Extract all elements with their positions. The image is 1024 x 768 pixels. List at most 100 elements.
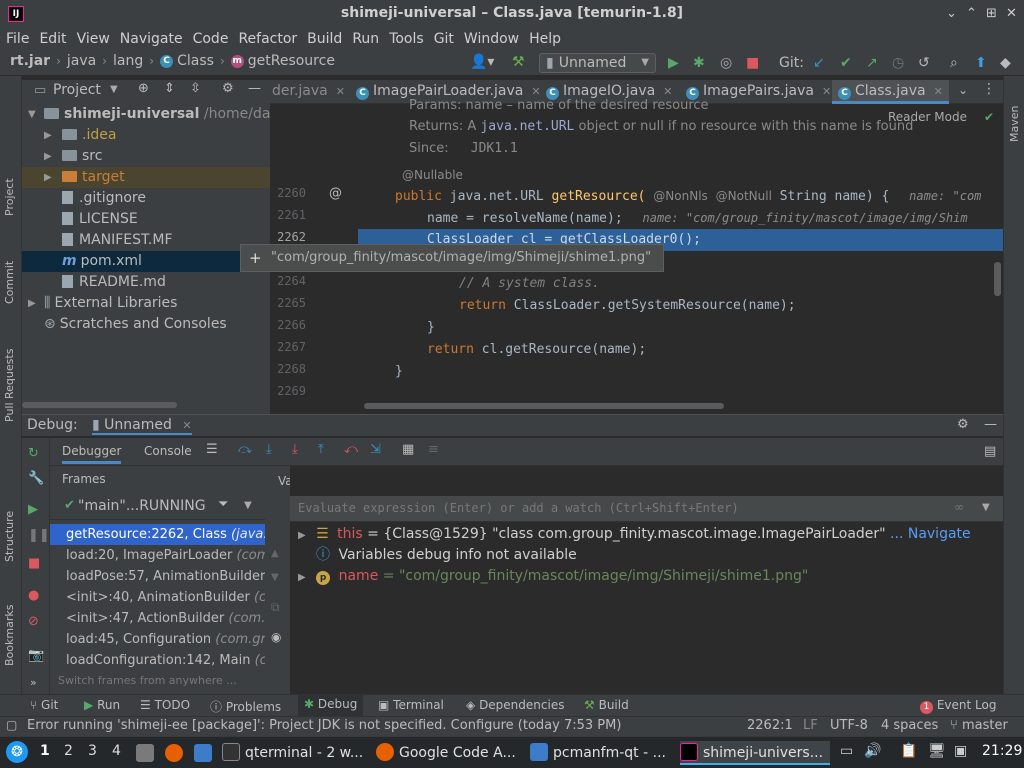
stop-icon[interactable]: ■ [746,55,759,71]
project-tool-tab[interactable]: Project [3,178,16,216]
bookmarks-tool-tab[interactable]: Bookmarks [3,605,16,666]
task-intellij[interactable]: shimeji-univers... [680,741,830,765]
dependencies-tool-button[interactable]: ◈ Dependencies [466,698,564,712]
close-icon[interactable]: ✕ [531,85,540,98]
tree-item-scratches[interactable]: ⊛ Scratches and Consoles [22,314,270,335]
rollback-icon[interactable]: ↺ [918,55,930,71]
tree-item-idea[interactable]: ▶ .idea [22,125,270,146]
inspection-ok-icon[interactable]: ✔ [984,110,994,124]
menu-build[interactable]: Build [307,31,342,47]
breadcrumb-rt-jar[interactable]: rt.jar [10,53,50,69]
expand-all-icon[interactable]: ⇳ [190,81,201,96]
force-step-into-icon[interactable]: ⤓ [292,442,298,457]
chevron-down-icon[interactable]: ▼ [110,84,118,95]
maximize-icon[interactable]: ⌃ [966,6,977,21]
reader-mode-toggle[interactable]: Reader Mode [888,110,967,124]
run-configuration-select[interactable]: ▮ Unnamed ▼ [539,53,656,73]
step-into-icon[interactable]: ⤓ [266,442,272,457]
breadcrumb-method[interactable]: getResource [248,53,335,69]
status-panel-icon[interactable]: ▢ [6,718,17,732]
more-icon[interactable]: ⋮ [982,81,996,97]
chevron-right-icon[interactable]: ▶ [28,293,36,314]
line-separator[interactable]: LF [803,718,818,733]
event-log-button[interactable]: 1 Event Log [920,698,996,714]
run-tool-button[interactable]: ▶ Run [84,698,120,712]
chevron-right-icon[interactable]: ▶ [44,125,52,146]
wrench-icon[interactable]: 🔧 [28,471,44,486]
build-tool-button[interactable]: ⚒ Build [584,698,629,712]
todo-tool-button[interactable]: ☰ TODO [140,698,190,712]
menu-view[interactable]: View [77,31,110,47]
clock[interactable]: 21:29 [982,743,1022,759]
editor-horizontal-scrollbar[interactable] [364,403,724,409]
menu-git[interactable]: Git [434,31,454,47]
quick-launch-icon[interactable] [136,744,154,762]
firefox-icon[interactable] [165,744,183,762]
more-icon[interactable]: » [30,676,37,689]
menu-file[interactable]: File [6,31,29,47]
menu-window[interactable]: Window [464,31,519,47]
workspace-1[interactable]: 1 [40,743,50,759]
stop-icon[interactable]: ■ [28,556,40,571]
close-icon[interactable]: ✕ [336,85,345,98]
volume-icon[interactable]: 🔊 [864,743,881,759]
start-menu-icon[interactable]: ❂ [6,741,28,763]
resume-icon[interactable]: ▶ [28,502,38,517]
navigate-link[interactable]: ... Navigate [890,526,971,542]
workspace-3[interactable]: 3 [88,743,97,759]
clipboard-icon[interactable]: 📋 [900,743,917,759]
indent-setting[interactable]: 4 spaces [881,718,938,733]
tray-window-icon[interactable]: ▭ [840,743,853,759]
menu-tools[interactable]: Tools [389,31,424,47]
chevron-right-icon[interactable]: ▶ [44,167,52,188]
history-icon[interactable]: ◷ [892,55,904,71]
tree-item-readme[interactable]: README.md [22,272,270,293]
git-branch[interactable]: ⑂ master [950,718,1008,733]
structure-tool-tab[interactable]: Structure [3,511,16,562]
menu-code[interactable]: Code [193,31,229,47]
frame-row[interactable]: getResource:2262, Class (java. [50,524,265,545]
chevron-right-icon[interactable]: ▶ [298,572,306,583]
step-out-icon[interactable]: ⤒ [318,442,324,457]
menu-run[interactable]: Run [352,31,379,47]
frame-row[interactable]: <init>:40, AnimationBuilder (c [50,587,265,608]
search-icon[interactable]: ⌕ [950,55,958,71]
minimize-icon[interactable]: ⌄ [946,6,957,21]
tree-item-target[interactable]: ▶ target [22,167,270,188]
toolbox-icon[interactable]: ◆ [1000,55,1011,71]
debug-bug-icon[interactable]: ✱ [693,55,705,71]
tab-loader[interactable]: der.java ✕ [272,80,345,104]
workspace-2[interactable]: 2 [64,743,73,759]
variable-this[interactable]: ▶ ☰ this = {Class@1529} "class com.group… [298,524,971,545]
menu-edit[interactable]: Edit [39,31,66,47]
frame-row[interactable]: loadConfiguration:142, Main (c [50,650,265,671]
git-push-icon[interactable]: ↗ [866,55,878,71]
task-firefox[interactable]: Google Code A... [376,741,522,765]
project-view-label[interactable]: Project [53,82,101,98]
chevron-down-icon[interactable]: ⌄ [958,83,968,97]
build-hammer-icon[interactable]: ⚒ [512,54,525,70]
hide-icon[interactable]: — [248,81,261,96]
git-tool-button[interactable]: ⑂ Git [30,698,58,712]
collapse-all-icon[interactable]: ⇕ [164,81,175,96]
view-breakpoints-icon[interactable]: ● [28,588,39,603]
breadcrumb-java[interactable]: java [67,53,96,69]
user-icon[interactable]: 👤▾ [470,54,494,70]
frame-row[interactable]: load:20, ImagePairLoader (com [50,545,265,566]
breadcrumb-class[interactable]: Class [177,53,214,69]
horizontal-scrollbar[interactable] [22,402,177,408]
arrow-down-icon[interactable]: ▼ [271,572,279,583]
tree-item-root[interactable]: ▼ shimeji-universal /home/dartz [22,104,289,125]
status-message[interactable]: Error running 'shimeji-ee [package]': Pr… [27,718,621,733]
pause-icon[interactable]: ❚❚ [28,528,50,543]
menu-refactor[interactable]: Refactor [238,31,297,47]
tab-class[interactable]: C Class.java ✕ [832,80,949,104]
breadcrumb-lang[interactable]: lang [113,53,143,69]
filter-icon[interactable]: ⏷ [218,497,228,512]
close-icon[interactable]: ✕ [934,85,943,98]
gear-icon[interactable]: ⚙ [957,417,969,432]
tree-item-src[interactable]: ▶ src [22,146,270,167]
trace-icon[interactable]: ≡ [428,442,439,457]
drop-frame-icon[interactable]: ⤺ [344,442,358,457]
evaluate-input[interactable]: Evaluate expression (Enter) or add a wat… [290,496,1003,522]
